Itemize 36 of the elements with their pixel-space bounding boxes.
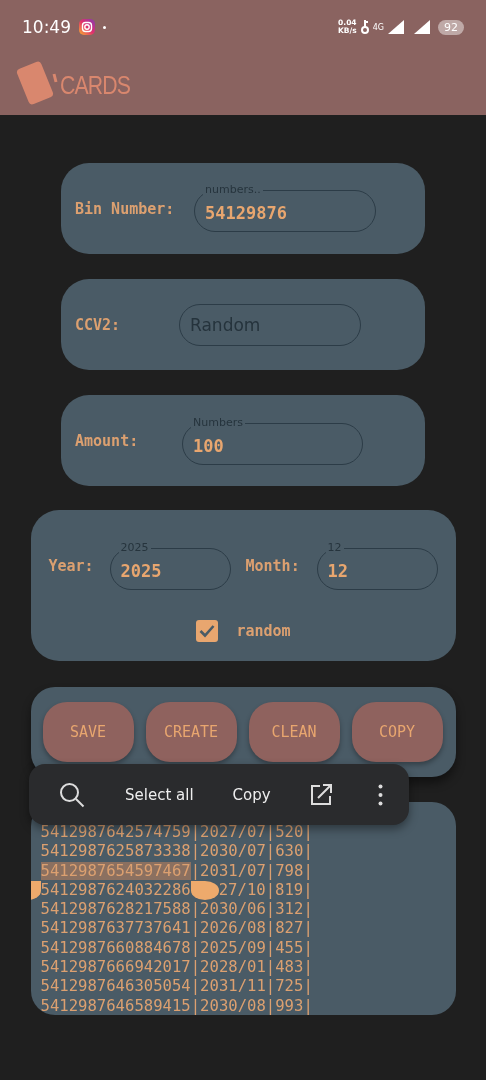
checkbox[interactable] [196, 620, 219, 642]
action-button[interactable]: CREATE [145, 702, 237, 762]
share-icon[interactable] [309, 783, 333, 806]
menu-action[interactable]: Select all [121, 779, 198, 810]
output-line: 27/10|819| [218, 880, 313, 901]
output-line: 5412987646589415|2030/08|993| [40, 996, 313, 1015]
field-label: Amount: [75, 431, 140, 450]
field-label: Bin Number: [75, 199, 176, 218]
signal-icon [414, 20, 430, 34]
battery-indicator: 92 [438, 19, 464, 35]
camera-app-icon [79, 19, 95, 35]
field-label: Month: [245, 556, 301, 575]
field-label: Year: [48, 556, 95, 575]
signal-icon [388, 20, 404, 34]
output-line: 5412987642574759|2027/07|520| [40, 823, 313, 843]
search-icon[interactable] [59, 781, 85, 808]
output-line: 5412987660884678|2025/09|455| [40, 938, 313, 959]
field-label: CCV2: [75, 315, 122, 334]
more-icon[interactable] [377, 783, 383, 806]
output-line: 5412987624032286 [40, 880, 191, 901]
output-line: 5412987637737641|2026/08|827| [40, 919, 313, 939]
selection-handle[interactable] [190, 881, 219, 901]
dot-icon [103, 25, 106, 29]
app-logo: CARDS [16, 59, 143, 110]
output-line: 5412987646305054|2031/11|725| [40, 977, 313, 997]
output-line: 5412987666942017|2028/01|483| [40, 958, 313, 978]
output-line: 5412987628217588|2030/06|312| [40, 900, 313, 920]
checkbox-label: random [236, 622, 291, 640]
menu-action[interactable]: Copy [228, 779, 275, 810]
key-icon [360, 20, 369, 34]
action-button[interactable]: CLEAN [248, 702, 340, 762]
action-button[interactable]: COPY [351, 702, 443, 762]
action-button[interactable]: SAVE [42, 702, 134, 762]
output-line: 5412987625873338|2030/07|630| [40, 842, 313, 862]
network-type: 4G [372, 23, 384, 32]
clock-time: 10:49 [22, 17, 71, 37]
